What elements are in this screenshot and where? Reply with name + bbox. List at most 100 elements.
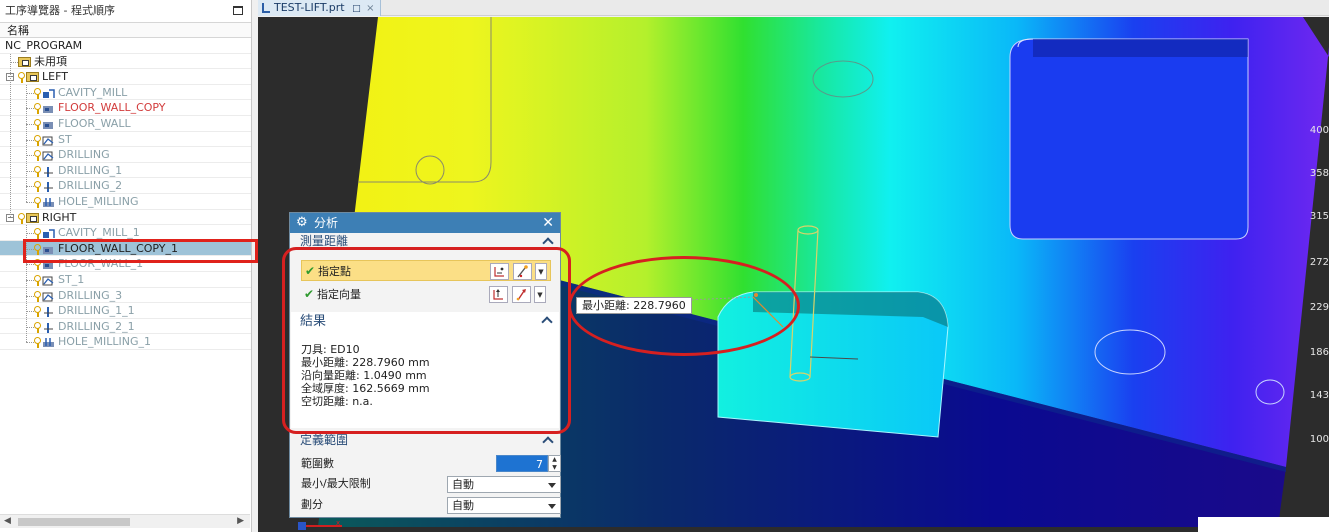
divide-label: 劃分 (301, 498, 323, 511)
tab-test-lift[interactable]: TEST-LIFT.prt □ × (258, 0, 382, 16)
operation-row[interactable]: HOLE_MILLING (0, 194, 251, 210)
document-tab-bar: TEST-LIFT.prt □ × (258, 0, 1329, 16)
navigator-horizontal-scrollbar[interactable]: ◀ ▶ (0, 514, 250, 528)
minmax-limit-select[interactable]: 自動 (447, 476, 561, 493)
tree-item-label: DRILLING_2_1 (58, 319, 135, 333)
tree-connector (26, 326, 34, 328)
range-count-stepper[interactable]: ▲ ▼ (548, 455, 561, 472)
program-group-row[interactable]: − RIGHT (0, 210, 251, 226)
scroll-right-icon[interactable]: ▶ (237, 516, 244, 526)
dialog-titlebar[interactable]: ⚙ 分析 ✕ (290, 213, 560, 233)
lock-key-icon (34, 181, 41, 193)
minmax-limit-label: 最小/最大限制 (301, 477, 371, 490)
scale-label: 186 (1309, 347, 1329, 358)
define-range-section-header[interactable]: 定義範圍 (290, 432, 560, 449)
drill-icon (42, 166, 55, 177)
tree-item-label: RIGHT (42, 210, 77, 224)
increment-icon[interactable]: ▲ (549, 456, 560, 464)
tab-pin-icon[interactable]: □ (352, 4, 361, 14)
lock-key-icon (34, 165, 41, 177)
range-count-row: 範圍數 7 ▲ ▼ (301, 455, 561, 473)
column-header-name[interactable]: 名稱 (0, 22, 251, 38)
divide-row: 劃分 自動 (301, 496, 561, 514)
range-count-label: 範圍數 (301, 457, 334, 470)
blank-status-area (1198, 517, 1329, 532)
divide-select[interactable]: 自動 (447, 497, 561, 514)
navigator-title-text: 工序導覽器 - 程式順序 (5, 4, 115, 17)
operation-row[interactable]: NC_PROGRAM (0, 38, 251, 54)
range-section-title: 定義範圍 (300, 433, 349, 447)
tree-item-label: FLOOR_WALL (58, 116, 131, 130)
operation-row[interactable]: FLOOR_WALL_COPY (0, 100, 251, 116)
tree-item-label: ST_1 (58, 272, 85, 286)
scroll-left-icon[interactable]: ◀ (4, 516, 11, 526)
tree-connector (26, 139, 34, 141)
scale-label: 272 (1309, 257, 1329, 268)
operation-row[interactable]: ST_1 (0, 272, 251, 288)
tree-connector (26, 279, 34, 281)
scrollbar-thumb[interactable] (18, 518, 130, 526)
lock-key-icon (34, 321, 41, 333)
tree-connector (26, 155, 34, 157)
tree-item-label: HOLE_MILLING (58, 194, 139, 208)
operation-row[interactable]: HOLE_MILLING_1 (0, 334, 251, 350)
operation-row[interactable]: FLOOR_WALL (0, 116, 251, 132)
chevron-up-icon[interactable] (542, 436, 554, 448)
operation-row[interactable]: CAVITY_MILL (0, 85, 251, 101)
program-group-row[interactable]: 未用項 (0, 54, 251, 70)
operation-row[interactable]: DRILLING_1_1 (0, 303, 251, 319)
range-count-input[interactable]: 7 (496, 455, 548, 472)
lock-key-icon (34, 274, 41, 286)
operation-row[interactable]: DRILLING_3 (0, 288, 251, 304)
tree-connector (26, 342, 34, 344)
tree-item-label: NC_PROGRAM (5, 39, 83, 52)
tree-item-label: CAVITY_MILL (58, 85, 128, 99)
hole-mill-icon (42, 337, 55, 348)
floor-wall-icon (42, 103, 55, 114)
operation-row[interactable]: DRILLING_2_1 (0, 319, 251, 335)
operation-row[interactable]: DRILLING_1 (0, 163, 251, 179)
tree-connector (26, 84, 27, 202)
scale-label: 315 (1309, 211, 1329, 222)
program-group-icon (18, 56, 31, 67)
program-group-icon (26, 212, 39, 223)
tree-connector (26, 186, 34, 188)
tree-connector (26, 92, 34, 94)
program-group-row[interactable]: − LEFT (0, 69, 251, 85)
tree-connector (10, 61, 18, 63)
tree-item-label: DRILLING_2 (58, 179, 123, 193)
operation-row[interactable]: DRILLING_2 (0, 178, 251, 194)
tree-item-label: DRILLING_1 (58, 163, 123, 177)
check-icon (42, 275, 55, 286)
tree-item-label: DRILLING_1_1 (58, 304, 135, 318)
tree-connector (26, 295, 34, 297)
tab-close-icon[interactable]: × (366, 3, 374, 14)
lock-key-icon (34, 290, 41, 302)
navigator-title: 工序導覽器 - 程式順序 (0, 0, 251, 22)
check-icon (42, 135, 55, 146)
tree-connector (10, 53, 11, 218)
cavity-mill-icon (42, 88, 55, 98)
tree-connector (26, 201, 34, 203)
tree-connector (26, 233, 34, 235)
tree-connector (26, 108, 34, 110)
lock-key-icon (34, 306, 41, 318)
close-icon[interactable]: ✕ (542, 213, 554, 233)
tree-item-label: FLOOR_WALL_COPY (58, 101, 166, 115)
tree-connector (26, 170, 34, 172)
lock-key-icon (34, 103, 41, 115)
cavity-mill-icon (42, 228, 55, 239)
gear-icon[interactable]: ⚙ (296, 216, 309, 229)
tree-item-label: LEFT (42, 70, 68, 84)
part-file-icon (262, 3, 270, 13)
operation-row[interactable]: ST (0, 132, 251, 148)
section-title: 測量距離 (300, 234, 349, 248)
lock-key-icon (18, 72, 25, 84)
lock-key-icon (34, 150, 41, 162)
decrement-icon[interactable]: ▼ (549, 464, 560, 472)
scale-label: 400 (1309, 125, 1329, 136)
operation-row[interactable]: DRILLING (0, 147, 251, 163)
tree-connector (26, 123, 34, 125)
lock-key-icon (34, 196, 41, 208)
maximize-icon[interactable] (233, 6, 243, 15)
